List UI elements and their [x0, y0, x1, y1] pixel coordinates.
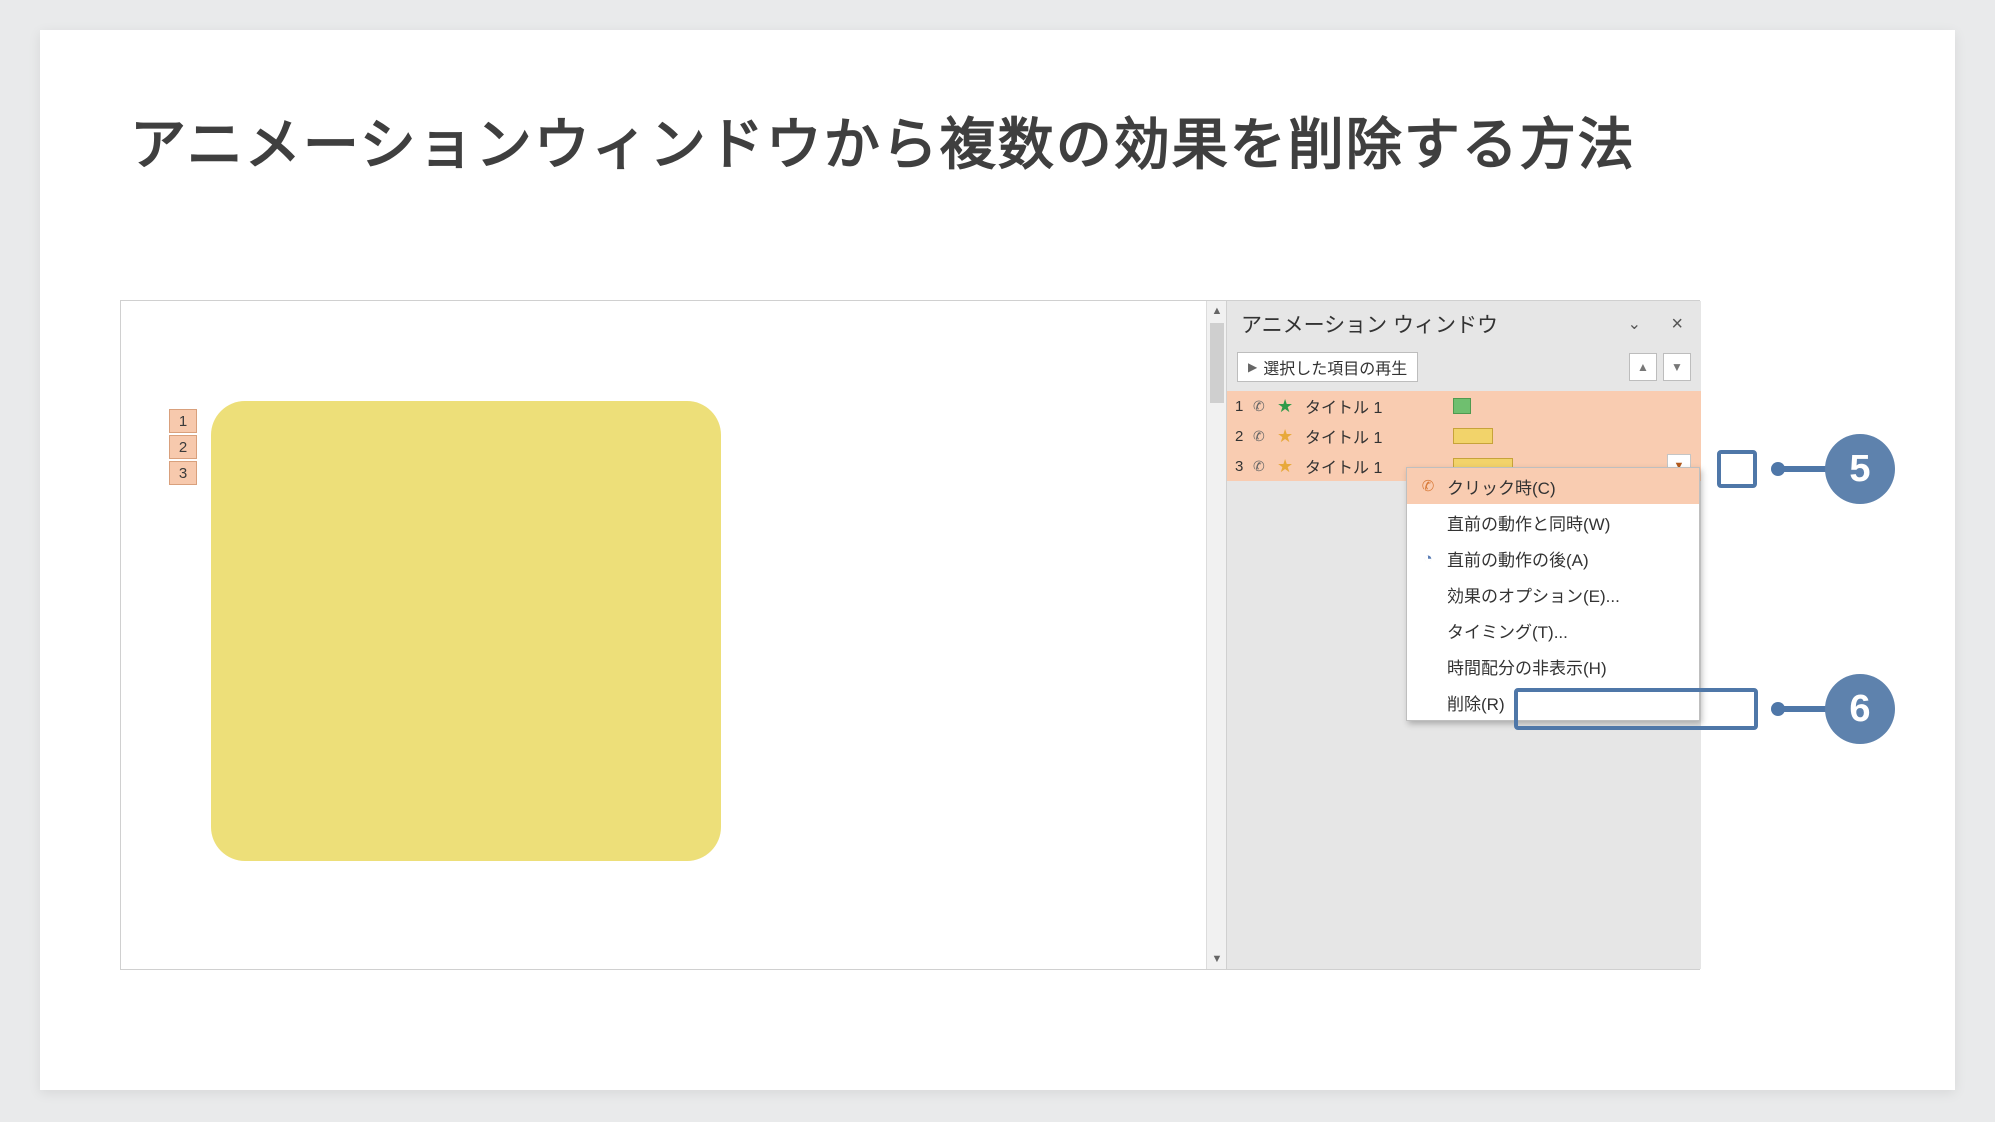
animation-item-2[interactable]: 2 ✆ ★ タイトル 1: [1227, 421, 1701, 451]
anim-number: 2: [1235, 428, 1251, 445]
scroll-down-icon[interactable]: ▼: [1207, 949, 1227, 969]
callout-connector-line: [1778, 706, 1828, 712]
move-up-button[interactable]: ▲: [1629, 353, 1657, 381]
menu-start-on-click[interactable]: ✆ クリック時(C): [1407, 468, 1699, 504]
clock-icon: ◔: [1417, 550, 1439, 567]
animation-pane-toolbar: ▶ 選択した項目の再生 ▲ ▼: [1227, 347, 1701, 387]
pane-close-icon[interactable]: ×: [1671, 313, 1683, 336]
reorder-controls: ▲ ▼: [1629, 353, 1691, 381]
emphasis-star-icon: ★: [1277, 456, 1299, 477]
move-down-button[interactable]: ▼: [1663, 353, 1691, 381]
animation-item-1[interactable]: 1 ✆ ★ タイトル 1: [1227, 391, 1701, 421]
menu-label: 効果のオプション(E)...: [1447, 582, 1620, 607]
timing-bar[interactable]: [1453, 398, 1471, 414]
anim-target-label: タイトル 1: [1305, 394, 1425, 418]
menu-label: 直前の動作の後(A): [1447, 546, 1589, 571]
mouse-icon: ✆: [1253, 398, 1271, 415]
menu-timing[interactable]: タイミング(T)...: [1407, 612, 1699, 648]
vertical-scrollbar[interactable]: ▲ ▼: [1206, 301, 1226, 969]
animation-tag-1[interactable]: 1: [169, 409, 197, 433]
anim-number: 1: [1235, 398, 1251, 415]
step-badge-6: 6: [1825, 674, 1895, 744]
animation-context-menu: ✆ クリック時(C) 直前の動作と同時(W) ◔ 直前の動作の後(A) 効果のオ…: [1406, 467, 1700, 721]
anim-target-label: タイトル 1: [1305, 424, 1425, 448]
menu-effect-options[interactable]: 効果のオプション(E)...: [1407, 576, 1699, 612]
anim-number: 3: [1235, 458, 1251, 475]
menu-label: クリック時(C): [1447, 474, 1556, 499]
mouse-icon: ✆: [1253, 428, 1271, 445]
play-selection-button[interactable]: ▶ 選択した項目の再生: [1237, 352, 1418, 382]
play-icon: ▶: [1248, 360, 1257, 374]
callout-highlight-dropdown: [1717, 450, 1757, 488]
slide-canvas[interactable]: 1 2 3: [121, 301, 1206, 969]
scroll-thumb[interactable]: [1210, 323, 1224, 403]
animation-tag-3[interactable]: 3: [169, 461, 197, 485]
entrance-star-icon: ★: [1277, 396, 1299, 417]
menu-label: 直前の動作と同時(W): [1447, 510, 1610, 535]
play-selection-label: 選択した項目の再生: [1263, 355, 1407, 379]
animation-pane-header: アニメーション ウィンドウ ⌄ ×: [1227, 301, 1701, 347]
menu-label: 時間配分の非表示(H): [1447, 654, 1607, 679]
step-badge-5: 5: [1825, 434, 1895, 504]
menu-remove[interactable]: 削除(R): [1407, 684, 1699, 720]
menu-label: タイミング(T)...: [1447, 618, 1568, 643]
animation-pane-title: アニメーション ウィンドウ: [1241, 309, 1498, 339]
timing-bar[interactable]: [1453, 428, 1493, 444]
animation-order-tags: 1 2 3: [169, 409, 197, 485]
menu-hide-advanced-timeline[interactable]: 時間配分の非表示(H): [1407, 648, 1699, 684]
mouse-icon: ✆: [1253, 458, 1271, 475]
powerpoint-screenshot: 1 2 3 ▲ ▼ アニメーション ウィンドウ ⌄ × ▶ 選択した項目の再生: [120, 300, 1700, 970]
slide-shape-rounded-rect[interactable]: [211, 401, 721, 861]
callout-connector-line: [1778, 466, 1828, 472]
menu-start-after-previous[interactable]: ◔ 直前の動作の後(A): [1407, 540, 1699, 576]
animation-tag-2[interactable]: 2: [169, 435, 197, 459]
tutorial-card: アニメーションウィンドウから複数の効果を削除する方法 1 2 3 ▲ ▼ アニメ…: [40, 30, 1955, 1090]
page-title: アニメーションウィンドウから複数の効果を削除する方法: [130, 100, 1636, 181]
menu-start-with-previous[interactable]: 直前の動作と同時(W): [1407, 504, 1699, 540]
pane-collapse-icon[interactable]: ⌄: [1628, 314, 1641, 334]
emphasis-star-icon: ★: [1277, 426, 1299, 447]
mouse-icon: ✆: [1417, 477, 1439, 495]
scroll-up-icon[interactable]: ▲: [1207, 301, 1227, 321]
menu-label: 削除(R): [1447, 690, 1505, 715]
